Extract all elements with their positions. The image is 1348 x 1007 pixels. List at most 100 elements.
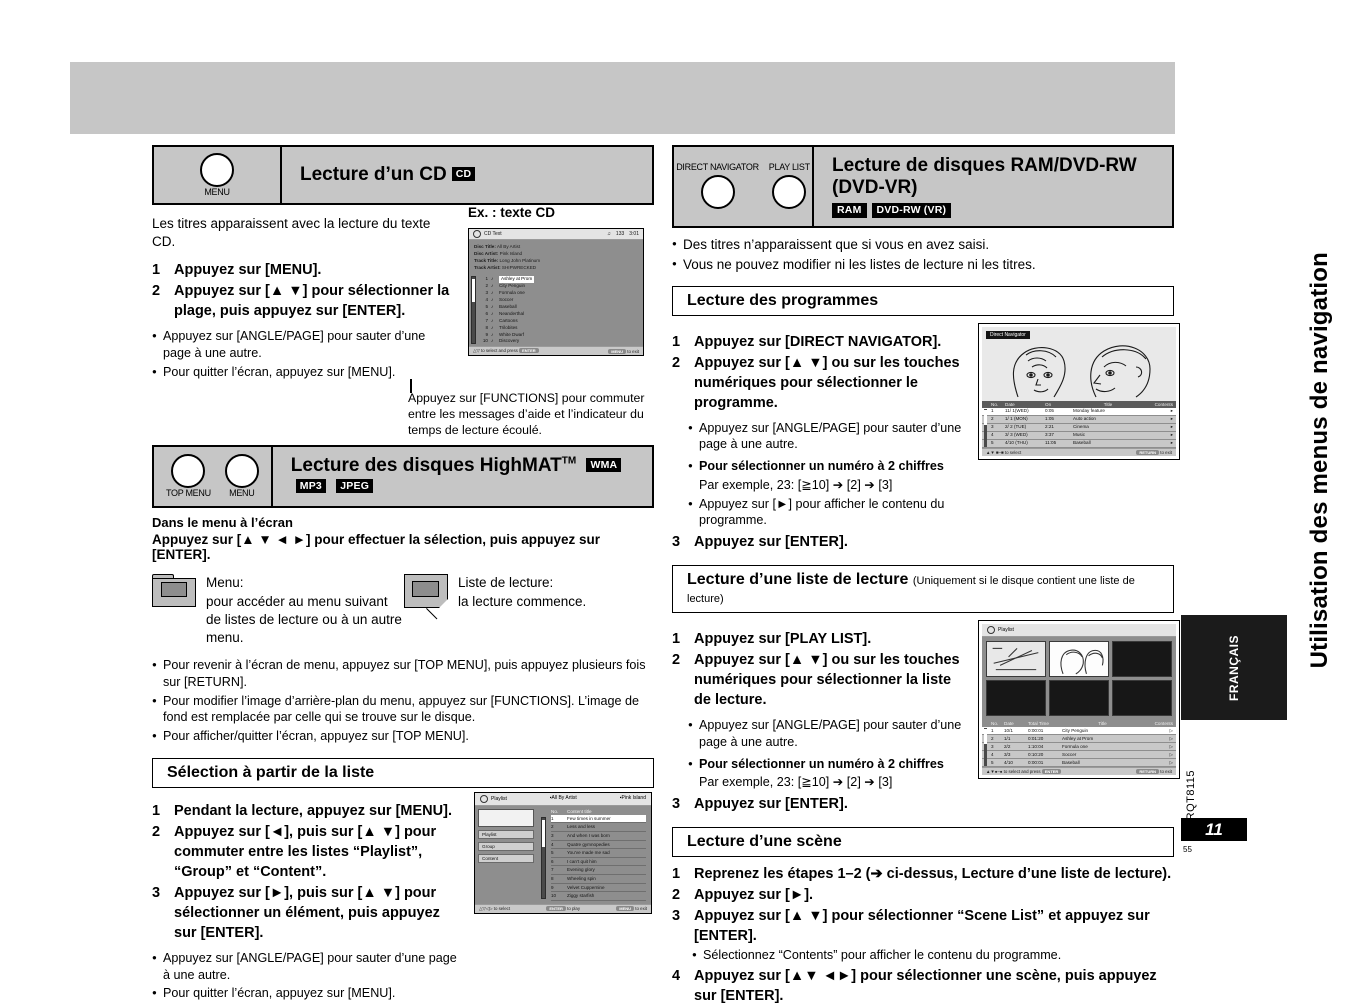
key-cap-return: RETURN [1136, 769, 1160, 775]
track-row[interactable]: 3 ♪ Formula one [479, 290, 639, 297]
cd-track-list[interactable]: 1 ♪ Ashley at Prom 2 ♪ City Penguin 3 ♪ Formul… [469, 274, 643, 347]
tab-content[interactable]: Content [478, 853, 534, 863]
thumbnail-cell[interactable] [1112, 641, 1172, 678]
table-row[interactable]: 3 2/2 1:10:04 Formula one ▷ [982, 743, 1176, 752]
disc-icon [473, 230, 481, 238]
chevron-right-icon[interactable]: ▸ [1159, 432, 1173, 438]
table-row[interactable]: 5 4/10 0:00:01 Baseball ▷ [982, 759, 1176, 768]
scene-step4: 4 Appuyez sur [▲▼ ◄►] pour sélectionner u… [672, 966, 1174, 1006]
remote-key-menu[interactable]: MENU [224, 454, 259, 498]
step-item: 3 Appuyez sur [ENTER]. [672, 534, 848, 551]
tab-group[interactable]: Group [478, 841, 534, 851]
play-list-button-icon[interactable] [772, 175, 807, 210]
programmes-last-bullet: Appuyez sur [►] pour afficher le contenu… [688, 496, 968, 529]
cd-figure-note: Appuyez sur [FUNCTIONS] pour commuter en… [408, 390, 645, 437]
highmat-remote-keys: TOP MENU MENU [154, 446, 273, 507]
chevron-right-icon[interactable]: ▷ [1159, 736, 1173, 742]
chevron-right-icon[interactable]: ▸ [1159, 408, 1173, 414]
programmes-bullets: Appuyez sur [ANGLE/PAGE] pour sauter d’u… [688, 420, 968, 475]
playlist-thumbnail-grid[interactable] [982, 637, 1176, 721]
scrollbar[interactable] [984, 728, 987, 767]
list-item[interactable]: 8 Wheeling spin [551, 875, 646, 884]
chevron-right-icon[interactable]: ▷ [1159, 752, 1173, 758]
track-row[interactable]: 1 ♪ Ashley at Prom [479, 276, 639, 284]
tab-playlist[interactable]: Playlist [478, 829, 534, 839]
track-row[interactable]: 2 ♪ City Penguin [479, 283, 639, 290]
info-value: All By Artist [496, 244, 521, 249]
remote-key-direct-navigator[interactable]: DIRECT NAVIGATOR [676, 163, 759, 210]
track-row[interactable]: 9 ♪ White Dwarf [479, 332, 639, 339]
track-row[interactable]: 5 ♪ Baseball [479, 304, 639, 311]
scrollbar[interactable] [984, 408, 987, 447]
footer-hint: to exit [1160, 449, 1172, 455]
note-icon: ♪ [491, 276, 494, 282]
list-item[interactable]: 2 Less and less [551, 823, 646, 833]
key-cap-menu: MENU [608, 348, 627, 354]
playlist-rows[interactable]: 1 Few times in summer 2 Less and less 3 And… [539, 814, 646, 901]
playlist-screen-title: Playlist [491, 795, 507, 802]
programmes-steps-list: 1 Appuyez sur [DIRECT NAVIGATOR]. 2 Appuye… [672, 332, 968, 413]
chevron-right-icon[interactable]: ▸ [1159, 440, 1173, 446]
menu-button-icon[interactable] [200, 153, 234, 187]
list-item[interactable]: 1 Few times in summer [551, 814, 646, 824]
top-menu-button-icon[interactable] [171, 454, 206, 489]
step-item: 1 Reprenez les étapes 1–2 (➔ ci-dessus, L… [672, 866, 1172, 883]
playlist-screen-footer: △▽◁▷ to select ENTER to play MENU to exi… [475, 903, 651, 913]
table-row[interactable]: 3 2/ 2 (TUE) 2:21 Cinema ▸ [982, 423, 1176, 432]
list-item[interactable]: 3 And when I was born [551, 832, 646, 841]
playlist-vr-table[interactable]: No. Date Total Time Title Contents 1 10/1… [982, 720, 1176, 768]
chevron-right-icon[interactable]: ▸ [1159, 416, 1173, 422]
track-row[interactable]: 4 ♪ Soccer [479, 297, 639, 304]
chevron-right-icon[interactable]: ▷ [1159, 728, 1173, 734]
table-row[interactable]: 2 1/ 1 (MON) 1:05 Auto action ▸ [982, 415, 1176, 424]
table-row[interactable]: 1 10/1 0:00:01 City Penguin ▷ [982, 727, 1176, 736]
scrollbar[interactable] [471, 276, 476, 345]
list-item[interactable]: 9 Velvet Cuppernine [551, 884, 646, 893]
chapter-vertical-title: Utilisation des menus de navigation [1306, 252, 1333, 669]
remote-key-play-list[interactable]: PLAY LIST [768, 162, 810, 210]
remote-key-top-menu[interactable]: TOP MENU [166, 454, 211, 498]
folio-number: 55 [1183, 845, 1192, 854]
list-item[interactable]: 10 Ziggy starfish [551, 892, 646, 901]
chevron-right-icon[interactable]: ▸ [1159, 424, 1173, 430]
thumbnail-cell[interactable] [986, 680, 1046, 717]
playlist-header-right: ▪Pink Island [619, 794, 646, 801]
footer-hint: to select [1004, 449, 1022, 455]
playlist-example: Par exemple, 23: [≧10] ➔ [2] ➔ [3] [699, 775, 893, 790]
table-row[interactable]: 2 1/1 0:01:20 Ashley at Prom ▷ [982, 735, 1176, 744]
thumbnail-cell[interactable] [1112, 680, 1172, 717]
remote-key-menu[interactable]: MENU [200, 153, 234, 197]
track-row[interactable]: 8 ♪ Trilobites [479, 325, 639, 332]
track-row[interactable]: 7 ♪ Cartoons [479, 318, 639, 325]
program-table[interactable]: No. Date On Title Contents 1 11/ 1(WED) 0:… [982, 400, 1176, 448]
track-row[interactable]: 10 ♪ Discovery [479, 338, 639, 345]
chevron-right-icon[interactable]: ▷ [1159, 744, 1173, 750]
playlist-side-tabs[interactable]: Playlist Group Content [475, 806, 537, 904]
playlist-step3: 3 Appuyez sur [ENTER]. [672, 794, 968, 814]
playlist-vr-title: Playlist [998, 627, 1014, 634]
table-row[interactable]: 4 3/3 0:10:20 Soccer ▷ [982, 751, 1176, 760]
menu-button-icon[interactable] [224, 454, 259, 489]
direct-navigator-footer: ▲▼ ■–■ to select RETURN to exit [982, 447, 1176, 456]
bullet-item-bold: Pour sélectionner un numéro à 2 chiffres [688, 756, 968, 773]
table-row[interactable]: 1 11/ 1(WED) 0:05 Monday feature ▸ [982, 407, 1176, 416]
ram-remote-keys: DIRECT NAVIGATOR PLAY LIST [674, 147, 814, 226]
step-item: 1 Appuyez sur [DIRECT NAVIGATOR]. [672, 333, 942, 350]
program-preview-image: Direct Navigator [982, 326, 1176, 401]
direct-navigator-button-icon[interactable] [700, 175, 735, 210]
thumbnail-cell[interactable] [1049, 641, 1109, 678]
list-item[interactable]: 5 You’ve made me sad [551, 849, 646, 858]
list-item[interactable]: 4 Quatre gymnopedies [551, 841, 646, 850]
thumbnail-cell[interactable] [1049, 680, 1109, 717]
scrollbar[interactable] [541, 816, 546, 899]
table-row[interactable]: 5 4/10 (THU) 11:05 Baseball ▸ [982, 439, 1176, 448]
list-item[interactable]: 7 Evening glory [551, 866, 646, 875]
note-icon: ♪ [491, 317, 494, 323]
remote-key-label: PLAY LIST [768, 162, 810, 173]
list-item[interactable]: 6I can’t quit him [551, 858, 646, 867]
thumbnail-cell[interactable] [986, 641, 1046, 678]
table-row[interactable]: 4 3/ 3 (WED) 3:37 Music ▸ [982, 431, 1176, 440]
track-row[interactable]: 6 ♪ Neanderthal [479, 311, 639, 318]
chevron-right-icon[interactable]: ▷ [1159, 760, 1173, 766]
disc-icon [987, 626, 995, 635]
